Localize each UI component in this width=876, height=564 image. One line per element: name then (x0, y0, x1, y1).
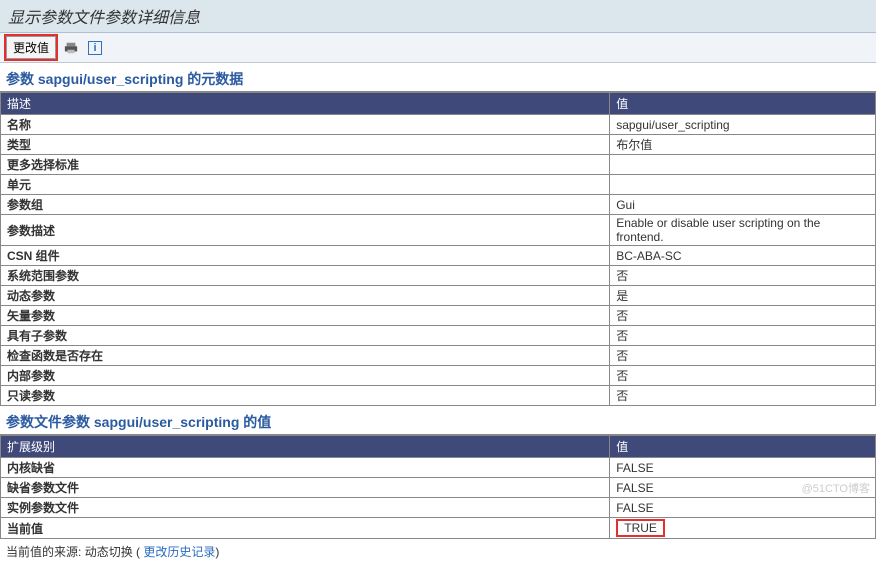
row-value: sapgui/user_scripting (610, 115, 876, 135)
page-title: 显示参数文件参数详细信息 (0, 0, 876, 33)
metadata-table: 描述 值 名称sapgui/user_scripting类型布尔值更多选择标准单… (0, 92, 876, 406)
table-row: 参数描述Enable or disable user scripting on … (1, 215, 876, 246)
row-value: 否 (610, 346, 876, 366)
row-value: 否 (610, 366, 876, 386)
row-label: 动态参数 (1, 286, 610, 306)
section-values-title: 参数文件参数 sapgui/user_scripting 的值 (0, 406, 876, 435)
row-label: 实例参数文件 (1, 498, 610, 518)
row-value: 否 (610, 266, 876, 286)
row-value: 否 (610, 386, 876, 406)
table-row: 缺省参数文件FALSE (1, 478, 876, 498)
change-value-button[interactable]: 更改值 (6, 36, 56, 59)
row-label: 单元 (1, 175, 610, 195)
header-desc: 描述 (1, 93, 610, 115)
row-value: 布尔值 (610, 135, 876, 155)
print-icon[interactable] (62, 39, 80, 57)
table-header: 描述 值 (1, 93, 876, 115)
watermark: @51CTO博客 (802, 480, 870, 496)
table-row: 名称sapgui/user_scripting (1, 115, 876, 135)
row-label: 只读参数 (1, 386, 610, 406)
row-label: 矢量参数 (1, 306, 610, 326)
table-row: 只读参数否 (1, 386, 876, 406)
table-row: 更多选择标准 (1, 155, 876, 175)
table-row: 内核缺省FALSE (1, 458, 876, 478)
row-label: 缺省参数文件 (1, 478, 610, 498)
header-desc: 扩展级别 (1, 436, 610, 458)
table-row: 实例参数文件FALSE (1, 498, 876, 518)
row-label: 具有子参数 (1, 326, 610, 346)
table-row: 矢量参数否 (1, 306, 876, 326)
table-row: 系统范围参数否 (1, 266, 876, 286)
table-row: 内部参数否 (1, 366, 876, 386)
footer-prefix: 当前值的来源: (6, 545, 81, 559)
row-label: CSN 组件 (1, 246, 610, 266)
row-value: Gui (610, 195, 876, 215)
row-label: 更多选择标准 (1, 155, 610, 175)
row-value (610, 155, 876, 175)
row-label: 内核缺省 (1, 458, 610, 478)
row-label: 内部参数 (1, 366, 610, 386)
row-value: FALSE (610, 458, 876, 478)
footer-suffix: ) (215, 545, 219, 559)
table-row: 动态参数是 (1, 286, 876, 306)
section-metadata-title: 参数 sapgui/user_scripting 的元数据 (0, 63, 876, 92)
header-val: 值 (610, 93, 876, 115)
row-label: 系统范围参数 (1, 266, 610, 286)
row-label: 名称 (1, 115, 610, 135)
table-row: 当前值 TRUE (1, 518, 876, 539)
row-value: 否 (610, 306, 876, 326)
info-icon[interactable]: i (86, 39, 104, 57)
row-value: FALSE (610, 498, 876, 518)
table-row: 单元 (1, 175, 876, 195)
row-value: TRUE (610, 518, 876, 539)
row-label: 参数描述 (1, 215, 610, 246)
table-row: 类型布尔值 (1, 135, 876, 155)
change-history-link[interactable]: 更改历史记录 (143, 545, 215, 559)
highlighted-value: TRUE (616, 519, 665, 537)
table-header: 扩展级别 值 (1, 436, 876, 458)
toolbar: 更改值 i (0, 33, 876, 63)
table-row: CSN 组件BC-ABA-SC (1, 246, 876, 266)
header-val: 值 (610, 436, 876, 458)
row-value: BC-ABA-SC (610, 246, 876, 266)
row-label: 参数组 (1, 195, 610, 215)
row-value: 是 (610, 286, 876, 306)
table-row: 参数组Gui (1, 195, 876, 215)
row-label: 当前值 (1, 518, 610, 539)
row-value (610, 175, 876, 195)
table-row: 检查函数是否存在否 (1, 346, 876, 366)
values-table: 扩展级别 值 内核缺省FALSE缺省参数文件FALSE实例参数文件FALSE当前… (0, 435, 876, 539)
row-value: Enable or disable user scripting on the … (610, 215, 876, 246)
footer-source: 当前值的来源: 动态切换 ( 更改历史记录) (0, 539, 876, 564)
footer-text: 动态切换 ( (85, 545, 140, 559)
row-label: 类型 (1, 135, 610, 155)
table-row: 具有子参数否 (1, 326, 876, 346)
row-value: 否 (610, 326, 876, 346)
row-label: 检查函数是否存在 (1, 346, 610, 366)
